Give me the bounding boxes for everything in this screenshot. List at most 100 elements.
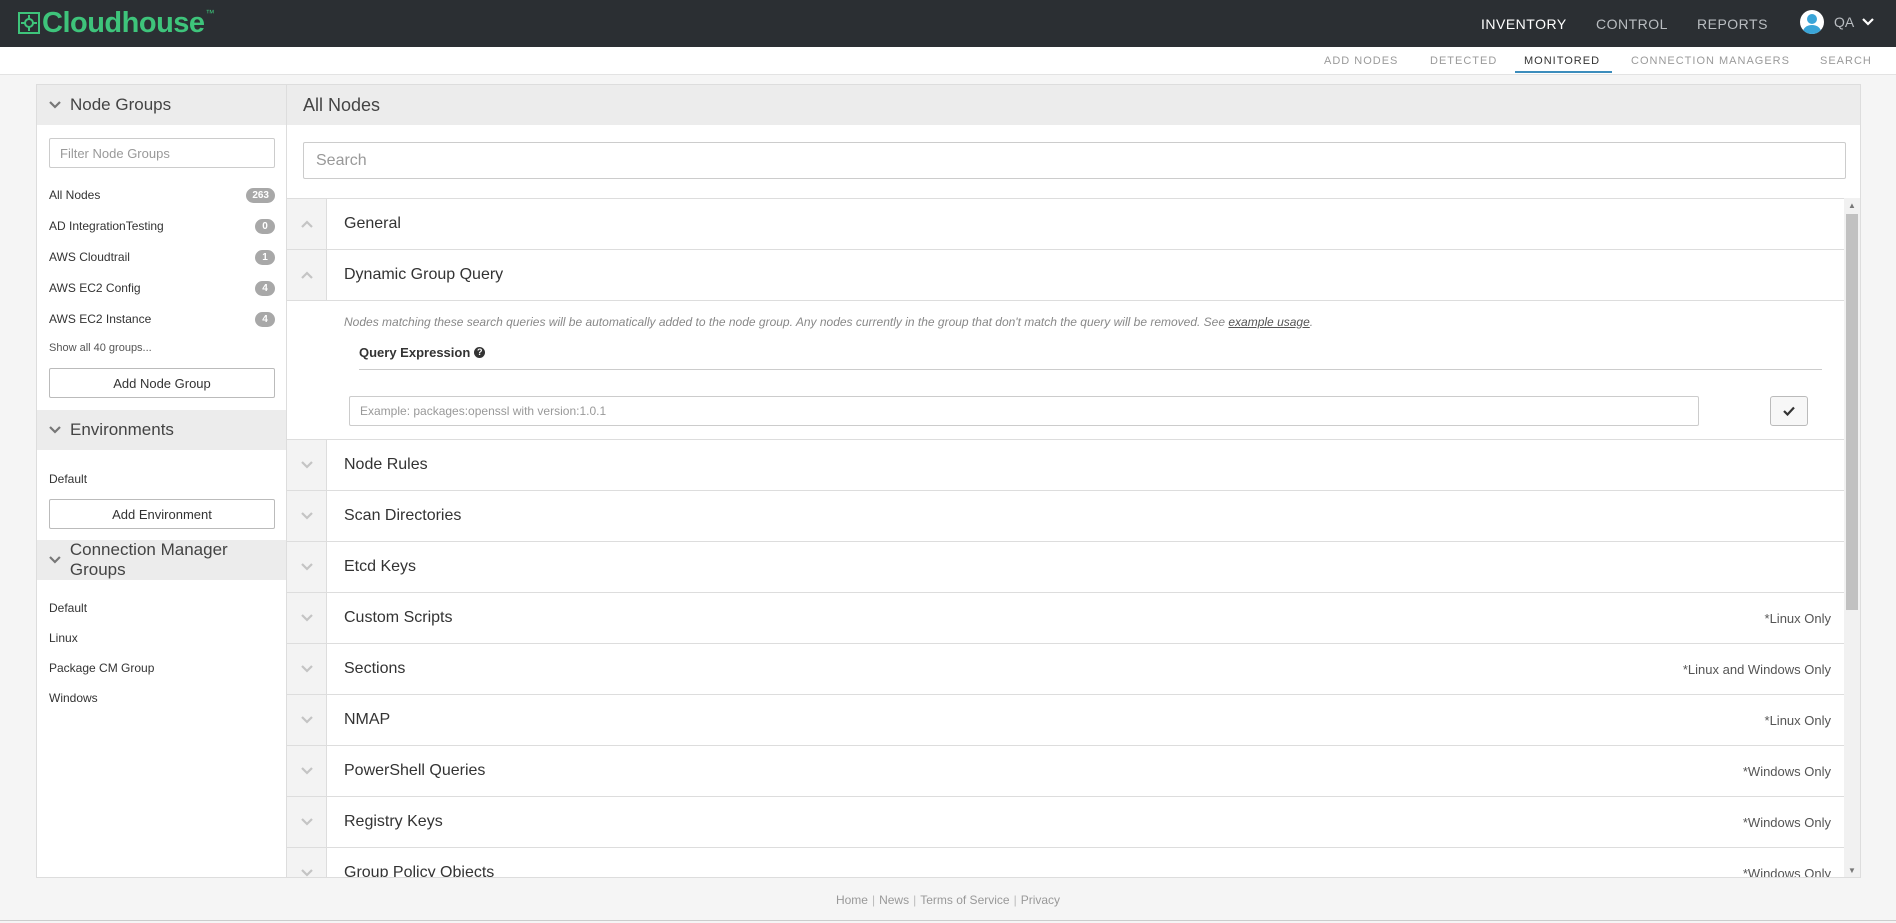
expand-toggle[interactable] (287, 542, 327, 592)
subnav-search[interactable]: SEARCH (1820, 55, 1872, 67)
count-badge: 0 (255, 218, 275, 234)
section-note: *Linux Only (1764, 712, 1831, 728)
search-input[interactable]: Search (303, 142, 1846, 179)
scrollbar-thumb[interactable] (1846, 214, 1858, 610)
cm-group-item[interactable]: Linux (49, 631, 78, 645)
section-title: Custom Scripts (344, 609, 453, 626)
expand-toggle[interactable] (287, 848, 327, 877)
section-row[interactable]: Etcd Keys (287, 542, 1844, 593)
expand-toggle[interactable] (287, 695, 327, 745)
section-row[interactable]: PowerShell Queries *Windows Only (287, 746, 1844, 797)
expand-toggle[interactable] (287, 593, 327, 643)
apply-query-button[interactable] (1770, 396, 1808, 426)
add-environment-button[interactable]: Add Environment (49, 499, 275, 529)
cm-groups-title: Connection Manager Groups (69, 540, 228, 579)
brand-tm: ™ (205, 8, 215, 18)
footer-tos-link[interactable]: Terms of Service (920, 893, 1009, 907)
node-groups-header[interactable]: Node Groups (37, 85, 286, 125)
node-group-item[interactable]: AWS EC2 Instance 4 (49, 309, 275, 329)
scroll-up-arrow-icon[interactable]: ▲ (1848, 201, 1856, 210)
section-general[interactable]: General (287, 199, 1844, 250)
cm-group-item[interactable]: Default (49, 601, 87, 615)
divider (359, 369, 1822, 370)
nav-reports[interactable]: REPORTS (1697, 16, 1768, 32)
cm-group-item[interactable]: Package CM Group (49, 661, 154, 675)
expand-toggle[interactable] (287, 440, 327, 490)
node-group-item[interactable]: AWS EC2 Config 4 (49, 278, 275, 298)
top-bar: Cloudhouse ™ INVENTORY CONTROL REPORTS QA (0, 0, 1896, 47)
count-badge: 263 (246, 187, 275, 203)
add-node-group-button[interactable]: Add Node Group (49, 368, 275, 398)
chevron-down-icon (300, 614, 313, 622)
example-usage-link[interactable]: example usage (1228, 315, 1309, 329)
vertical-scrollbar[interactable]: ▲ ▼ (1844, 198, 1860, 877)
node-group-item[interactable]: AWS Cloudtrail 1 (49, 247, 275, 267)
section-title: Etcd Keys (344, 558, 417, 575)
subnav-detected[interactable]: DETECTED (1430, 55, 1497, 67)
section-title: Scan Directories (344, 507, 462, 524)
subnav-connection-managers[interactable]: CONNECTION MANAGERS (1631, 55, 1790, 67)
expand-toggle[interactable] (287, 797, 327, 847)
footer: Home | News | Terms of Service | Privacy (835, 893, 1061, 907)
section-row[interactable]: Scan Directories (287, 491, 1844, 542)
chevron-down-icon (300, 461, 313, 469)
cloudhouse-logo-icon (18, 12, 40, 34)
section-row[interactable]: Sections *Linux and Windows Only (287, 644, 1844, 695)
node-group-item[interactable]: All Nodes 263 (49, 185, 275, 205)
scroll-down-arrow-icon[interactable]: ▼ (1848, 866, 1856, 875)
chevron-up-icon (300, 271, 313, 279)
chevron-down-icon (300, 869, 313, 877)
expand-toggle[interactable] (287, 644, 327, 694)
environments-title: Environments (70, 420, 174, 439)
section-row[interactable]: Node Rules (287, 440, 1844, 491)
query-expression-label: Query Expression ? (359, 345, 486, 360)
count-badge: 4 (255, 311, 275, 327)
nav-control[interactable]: CONTROL (1596, 16, 1668, 32)
user-menu[interactable]: QA (1800, 10, 1875, 34)
dynamic-group-query-body: Nodes matching these search queries will… (287, 301, 1844, 440)
environments-header[interactable]: Environments (37, 410, 286, 450)
section-title: PowerShell Queries (344, 762, 486, 779)
question-circle-icon[interactable]: ? (474, 347, 486, 358)
subnav-add-nodes[interactable]: ADD NODES (1324, 55, 1398, 67)
section-title: Dynamic Group Query (344, 266, 504, 283)
section-note: *Linux and Windows Only (1682, 661, 1831, 677)
section-row[interactable]: Registry Keys *Windows Only (287, 797, 1844, 848)
footer-home-link[interactable]: Home (836, 893, 868, 907)
section-title: Node Rules (344, 456, 428, 473)
filter-node-groups-input[interactable]: Filter Node Groups (49, 138, 275, 168)
chevron-down-icon (49, 426, 61, 434)
query-expression-input[interactable]: Example: packages:openssl with version:1… (349, 396, 1699, 426)
section-title: General (344, 215, 401, 232)
environment-item[interactable]: Default (49, 472, 87, 486)
expand-toggle[interactable] (287, 746, 327, 796)
section-dynamic-group-query[interactable]: Dynamic Group Query (287, 250, 1844, 301)
subnav-monitored[interactable]: MONITORED (1524, 55, 1600, 67)
count-badge: 4 (255, 280, 275, 296)
cm-groups-header[interactable]: Connection Manager Groups (37, 540, 286, 580)
sections-list: General Dynamic Group Query Nodes matchi… (287, 198, 1844, 878)
footer-privacy-link[interactable]: Privacy (1021, 893, 1060, 907)
cm-group-item[interactable]: Windows (49, 691, 98, 705)
section-title: Group Policy Objects (344, 864, 495, 878)
collapse-toggle[interactable] (287, 250, 327, 300)
nav-inventory[interactable]: INVENTORY (1481, 16, 1567, 32)
brand-logo[interactable]: Cloudhouse ™ (18, 6, 215, 39)
section-row[interactable]: Group Policy Objects *Windows Only (287, 848, 1844, 878)
chevron-down-icon (300, 716, 313, 724)
node-group-label: AWS EC2 Config (49, 281, 141, 295)
section-title: Registry Keys (344, 813, 443, 830)
chevron-down-icon (300, 818, 313, 826)
count-badge: 1 (255, 249, 275, 265)
expand-toggle[interactable] (287, 491, 327, 541)
section-row[interactable]: Custom Scripts *Linux Only (287, 593, 1844, 644)
node-group-item[interactable]: AD IntegrationTesting 0 (49, 216, 275, 236)
footer-news-link[interactable]: News (879, 893, 909, 907)
brand-name: Cloudhouse (42, 6, 205, 39)
collapse-toggle[interactable] (287, 199, 327, 249)
section-title: NMAP (344, 711, 391, 728)
show-all-groups-link[interactable]: Show all 40 groups... (49, 342, 152, 354)
section-row[interactable]: NMAP *Linux Only (287, 695, 1844, 746)
chevron-down-icon (49, 556, 61, 564)
chevron-down-icon (300, 563, 313, 571)
